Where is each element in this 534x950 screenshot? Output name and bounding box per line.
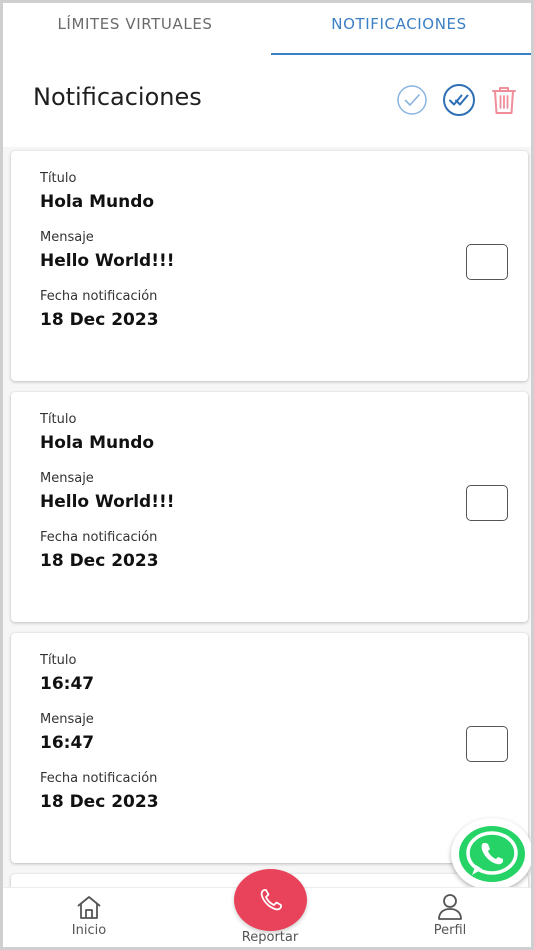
home-icon <box>77 896 101 919</box>
title-value: Hola Mundo <box>40 192 155 212</box>
tab-limites-virtuales[interactable]: LÍMITES VIRTUALES <box>3 3 267 55</box>
date-value: 18 Dec 2023 <box>40 792 159 812</box>
notification-card: Título 16:47 Mensaje 16:47 Fecha notific… <box>11 633 528 863</box>
date-value: 18 Dec 2023 <box>40 551 159 571</box>
nav-inicio-label: Inicio <box>71 923 107 938</box>
nav-reportar-label: Reportar <box>241 930 299 945</box>
date-label: Fecha notificación <box>40 530 158 545</box>
notification-card: Título Hola Mundo Mensaje Hello World!!!… <box>11 151 528 381</box>
date-value: 18 Dec 2023 <box>40 310 159 330</box>
date-label: Fecha notificación <box>40 289 158 304</box>
select-checkbox[interactable] <box>466 244 508 280</box>
report-call-button[interactable] <box>234 869 307 931</box>
double-check-circle-icon[interactable] <box>442 83 476 117</box>
check-circle-icon[interactable] <box>395 83 429 117</box>
notification-card: Título Hola Mundo Mensaje Hello World!!!… <box>11 392 528 622</box>
title-label: Título <box>40 171 77 186</box>
title-label: Título <box>40 412 77 427</box>
date-label: Fecha notificación <box>40 771 158 786</box>
phone-icon <box>260 889 282 911</box>
nav-perfil-label: Perfil <box>433 923 467 938</box>
select-checkbox[interactable] <box>466 726 508 762</box>
message-value: 16:47 <box>40 733 95 753</box>
page-title: Notificaciones <box>33 83 202 111</box>
message-label: Mensaje <box>40 230 94 245</box>
message-label: Mensaje <box>40 712 94 727</box>
whatsapp-button[interactable] <box>451 818 531 890</box>
app-screen: LÍMITES VIRTUALES NOTIFICACIONES Notific… <box>0 0 534 950</box>
message-value: Hello World!!! <box>40 251 175 271</box>
user-icon <box>438 894 462 920</box>
message-value: Hello World!!! <box>40 492 175 512</box>
trash-icon[interactable] <box>487 83 521 117</box>
nav-perfil[interactable]: Perfil <box>410 888 490 938</box>
tab-notificaciones[interactable]: NOTIFICACIONES <box>267 3 531 55</box>
tab-bar: LÍMITES VIRTUALES NOTIFICACIONES <box>3 3 531 55</box>
message-label: Mensaje <box>40 471 94 486</box>
title-value: 16:47 <box>40 674 95 694</box>
title-value: Hola Mundo <box>40 433 155 453</box>
page-header: Notificaciones <box>3 55 531 147</box>
nav-inicio[interactable]: Inicio <box>49 888 129 938</box>
notification-list: Título Hola Mundo Mensaje Hello World!!!… <box>11 151 528 925</box>
whatsapp-icon <box>459 826 525 882</box>
title-label: Título <box>40 653 77 668</box>
select-checkbox[interactable] <box>466 485 508 521</box>
